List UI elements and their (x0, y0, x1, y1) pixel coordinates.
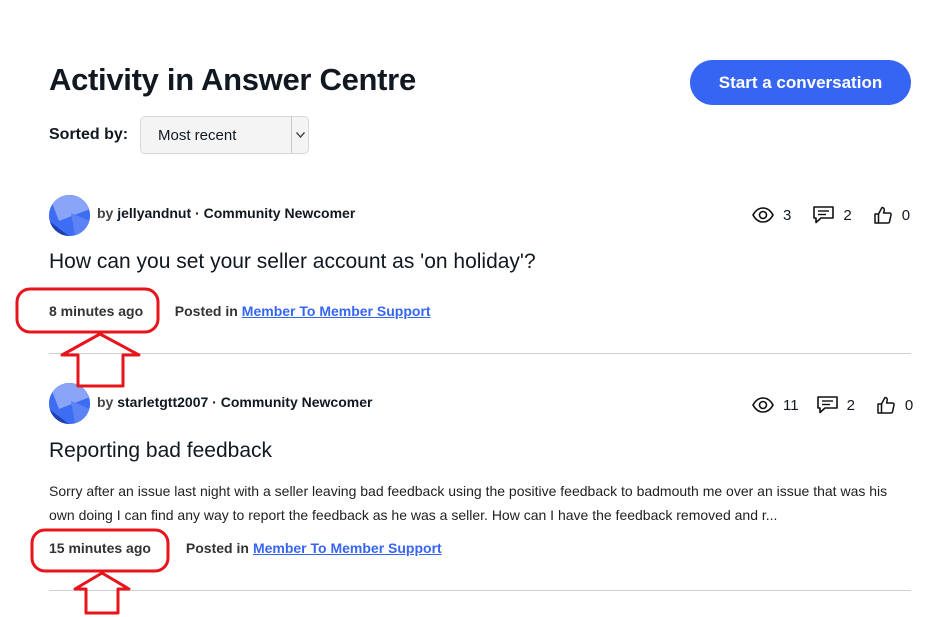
author-prefix: by (97, 394, 114, 410)
page-title: Activity in Answer Centre (49, 62, 416, 97)
board-link[interactable]: Member To Member Support (242, 303, 431, 319)
kudos-count: 0 (904, 396, 914, 414)
views-stat: 11 (752, 397, 799, 414)
avatar[interactable] (49, 195, 90, 236)
avatar[interactable] (49, 383, 90, 424)
post-stats: 3 2 0 (752, 206, 910, 224)
kudos-count: 0 (901, 206, 911, 224)
replies-count: 2 (843, 206, 852, 224)
kudos-stat[interactable]: 0 (877, 396, 913, 414)
annotation-arrow-up (60, 332, 141, 388)
posted-in-label: Posted in (174, 303, 238, 319)
thumbs-up-icon[interactable] (877, 396, 895, 414)
replies-count: 2 (846, 396, 855, 414)
views-count: 11 (783, 396, 799, 414)
post-time: 15 minutes ago (49, 540, 151, 556)
post-author-line: by jellyandnut · Community Newcomer (97, 205, 356, 221)
thumbs-up-icon[interactable] (873, 206, 892, 224)
start-conversation-button[interactable]: Start a conversation (690, 60, 911, 105)
post-title[interactable]: How can you set your seller account as '… (49, 250, 536, 274)
comment-icon (813, 206, 835, 224)
post-excerpt: Sorry after an issue last night with a s… (49, 483, 888, 523)
post-title[interactable]: Reporting bad feedback (49, 439, 272, 463)
replies-stat: 2 (813, 206, 852, 224)
eye-icon (752, 397, 774, 413)
author-rank: Community Newcomer (220, 394, 373, 410)
post-time: 8 minutes ago (49, 303, 144, 319)
post-meta: 15 minutes ago Posted in Member To Membe… (49, 540, 442, 556)
kudos-stat[interactable]: 0 (873, 206, 911, 224)
meta-separator: | (157, 303, 161, 319)
author-rank: Community Newcomer (203, 205, 356, 221)
sort-label: Sorted by: (49, 126, 129, 143)
author-name[interactable]: starletgtt2007 (117, 394, 208, 410)
board-link[interactable]: Member To Member Support (253, 540, 442, 556)
views-stat: 3 (752, 207, 791, 224)
eye-icon (752, 207, 774, 223)
post-stats: 11 2 0 (752, 396, 913, 414)
annotation-arrow-up (73, 571, 131, 615)
post-divider (49, 590, 911, 591)
comment-icon (816, 396, 838, 414)
author-name[interactable]: jellyandnut (117, 205, 191, 221)
sort-selected-value: Most recent (158, 126, 237, 144)
sort-dropdown[interactable]: Most recent (140, 116, 309, 154)
replies-stat: 2 (816, 396, 855, 414)
chevron-down-icon (291, 117, 308, 153)
post-meta: 8 minutes ago | Posted in Member To Memb… (49, 303, 431, 319)
posted-in-label: Posted in (185, 540, 249, 556)
author-prefix: by (97, 205, 114, 221)
post-divider (49, 353, 911, 354)
views-count: 3 (783, 206, 792, 224)
post-author-line: by starletgtt2007 · Community Newcomer (97, 394, 373, 410)
